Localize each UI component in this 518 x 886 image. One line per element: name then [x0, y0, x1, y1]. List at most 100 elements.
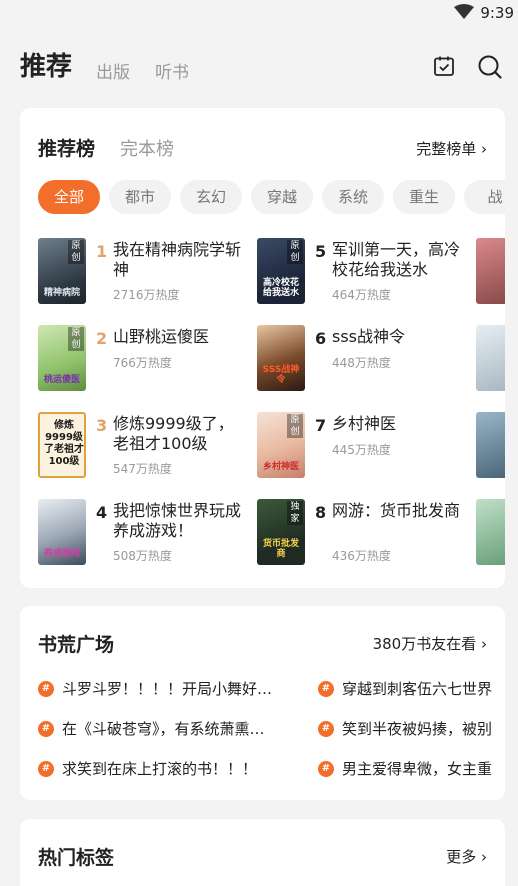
topic-item[interactable]: # 斗罗斗罗！！！！开局小舞好… — [38, 678, 298, 698]
hashtag-icon: # — [38, 680, 54, 697]
book-item[interactable]: 原创 精神病院 1 我在精神病院学斩神 2716万热度 — [38, 238, 248, 308]
book-cover: 原创 精神病院 — [38, 238, 86, 304]
book-rank: 2 — [96, 329, 108, 348]
book-heat: 436万热度 — [332, 549, 391, 563]
book-item[interactable]: 原创 乡村神医 7 乡村神医 445万热度 — [257, 412, 467, 482]
chip-fantasy[interactable]: 玄幻 — [180, 180, 242, 214]
topic-item[interactable]: # 笑到半夜被妈揍，被别 — [318, 718, 505, 738]
topic-text: 男主爱得卑微，女主重 — [342, 760, 493, 778]
chip-all[interactable]: 全部 — [38, 180, 100, 214]
book-rank: 1 — [96, 242, 108, 261]
cover-badge: 原创 — [287, 414, 303, 438]
topic-item[interactable]: # 求笑到在床上打滚的书！！！ — [38, 758, 298, 778]
book-cover: 原创 乡村神医 — [257, 412, 305, 478]
topic-item[interactable]: # 穿越到刺客伍六七世界 — [318, 678, 505, 698]
book-cover: SSS战神令 — [257, 325, 305, 391]
book-cover: 原创 高冷校花给我送水 — [257, 238, 305, 304]
topic-text: 笑到半夜被妈揍，被别 — [342, 720, 493, 738]
book-title: sss战神令 — [332, 327, 406, 346]
book-title: 我把惊悚世界玩成养成游戏！ — [113, 501, 242, 540]
book-item[interactable]: SSS战神令 6 sss战神令 448万热度 — [257, 325, 467, 395]
wifi-icon — [454, 4, 474, 19]
book-title: 军训第一天，高冷校花给我送水 — [332, 240, 461, 279]
cover-badge: 原创 — [68, 327, 84, 351]
cover-title: 高冷校花给我送水 — [262, 278, 299, 298]
readers-watching-link[interactable]: 380万书友在看 › — [373, 633, 487, 654]
book-heat: 766万热度 — [113, 356, 172, 370]
book-title: 网游：货币批发商 — [332, 501, 461, 520]
book-rank: 3 — [96, 416, 108, 435]
book-title: 乡村神医 — [332, 414, 397, 433]
book-heat: 464万热度 — [332, 288, 391, 302]
topic-text: 穿越到刺客伍六七世界 — [342, 680, 493, 698]
finished-ranking-tab[interactable]: 完本榜 — [120, 135, 174, 161]
cover-title: SSS战神令 — [262, 365, 300, 385]
calendar-check-icon[interactable] — [432, 54, 456, 78]
hashtag-icon: # — [318, 680, 334, 697]
book-square-title[interactable]: 书荒广场 — [38, 630, 114, 657]
topic-item[interactable]: # 男主爱得卑微，女主重 — [318, 758, 505, 778]
cover-title: 桃运傻医 — [43, 375, 80, 385]
cover-title: 养成游戏 — [43, 549, 80, 559]
category-chips: 全部 都市 玄幻 穿越 系统 重生战 — [38, 180, 505, 216]
chip-urban[interactable]: 都市 — [109, 180, 171, 214]
book-heat: 508万热度 — [113, 549, 172, 563]
topic-text: 求笑到在床上打滚的书！！！ — [62, 760, 258, 778]
chip-time-travel[interactable]: 穿越 — [251, 180, 313, 214]
hot-tags-card: 热门标签 更多 › — [20, 819, 505, 886]
book-rank: 6 — [315, 329, 327, 348]
book-rank: 7 — [315, 416, 327, 435]
topic-text: 斗罗斗罗！！！！开局小舞好… — [62, 680, 273, 698]
status-bar: 9:39 — [0, 0, 518, 26]
tab-publish[interactable]: 出版 — [96, 58, 130, 83]
ranking-title[interactable]: 推荐榜 — [38, 134, 95, 161]
topic-text: 在《斗破苍穹》，有系统萧熏… — [62, 720, 265, 738]
tab-audiobook[interactable]: 听书 — [155, 58, 189, 83]
book-heat: 2716万热度 — [113, 288, 180, 302]
book-rank: 5 — [315, 242, 327, 261]
more-tags-link[interactable]: 更多 › — [446, 846, 487, 867]
book-heat: 445万热度 — [332, 443, 391, 457]
book-cover-peek[interactable] — [476, 325, 505, 391]
top-nav: 推荐 出版 听书 — [0, 44, 518, 88]
hashtag-icon: # — [318, 720, 334, 737]
topic-item[interactable]: # 在《斗破苍穹》，有系统萧熏… — [38, 718, 298, 738]
cover-title: 乡村神医 — [262, 462, 299, 472]
book-item[interactable]: 原创 高冷校花给我送水 5 军训第一天，高冷校花给我送水 464万热度 — [257, 238, 467, 308]
book-cover-peek[interactable] — [476, 412, 505, 478]
book-item[interactable]: 独家 货币批发商 8 网游：货币批发商 436万热度 — [257, 499, 467, 569]
hot-tags-title[interactable]: 热门标签 — [38, 843, 114, 870]
book-square-card: 书荒广场 380万书友在看 › # 斗罗斗罗！！！！开局小舞好… # 穿越到刺客伍六… — [20, 606, 505, 800]
cover-badge: 原创 — [68, 240, 84, 264]
chip-rebirth[interactable]: 重生 — [393, 180, 455, 214]
book-cover: 修炼9999级了老祖才100级 — [38, 412, 86, 478]
book-cover: 原创 桃运傻医 — [38, 325, 86, 391]
chip-system[interactable]: 系统 — [322, 180, 384, 214]
full-ranking-link[interactable]: 完整榜单 › — [416, 138, 487, 159]
book-title: 山野桃运傻医 — [113, 327, 210, 346]
book-cover: 养成游戏 — [38, 499, 86, 565]
tab-recommend[interactable]: 推荐 — [20, 46, 72, 83]
hashtag-icon: # — [318, 760, 334, 777]
ranking-card: 推荐榜 完本榜 完整榜单 › 全部 都市 玄幻 穿越 系统 重生战 原创 精神病院 1 我… — [20, 108, 505, 588]
book-item[interactable]: 养成游戏 4 我把惊悚世界玩成养成游戏！ 508万热度 — [38, 499, 248, 569]
hashtag-icon: # — [38, 760, 54, 777]
book-item[interactable]: 原创 桃运傻医 2 山野桃运傻医 766万热度 — [38, 325, 248, 395]
cover-badge: 独家 — [287, 501, 303, 525]
cover-title: 货币批发商 — [262, 539, 299, 559]
chip-war[interactable]: 战 — [464, 180, 505, 214]
cover-title: 精神病院 — [43, 288, 80, 298]
book-title: 我在精神病院学斩神 — [113, 240, 242, 279]
hashtag-icon: # — [38, 720, 54, 737]
book-cover-peek[interactable] — [476, 499, 505, 565]
book-cover-peek[interactable] — [476, 238, 505, 304]
book-rank: 8 — [315, 503, 327, 522]
cover-badge: 原创 — [287, 240, 303, 264]
book-cover: 独家 货币批发商 — [257, 499, 305, 565]
book-item[interactable]: 修炼9999级了老祖才100级 3 修炼9999级了，老祖才100级 547万热… — [38, 412, 248, 482]
status-time: 9:39 — [480, 4, 514, 22]
book-heat: 547万热度 — [113, 462, 172, 476]
book-rank: 4 — [96, 503, 108, 522]
book-title: 修炼9999级了，老祖才100级 — [113, 414, 234, 453]
search-icon[interactable] — [477, 54, 503, 80]
